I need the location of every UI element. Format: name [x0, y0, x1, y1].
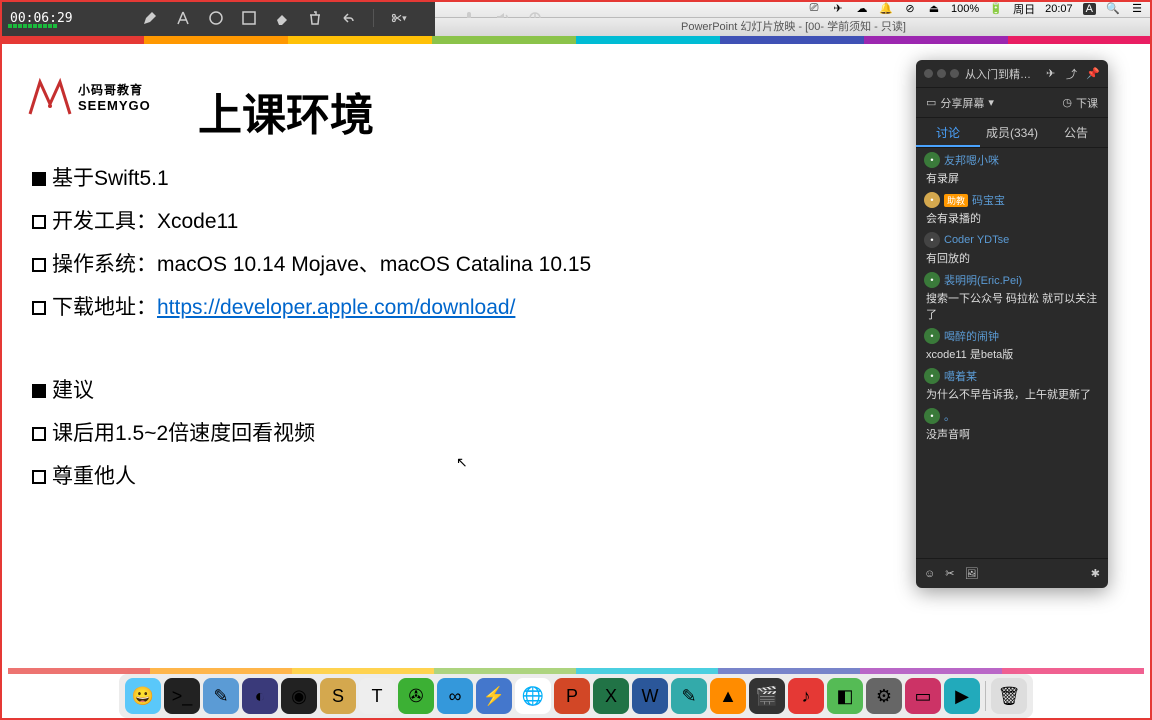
chat-tab[interactable]: 讨论: [916, 118, 980, 147]
chat-message: •友邦嗯小咪有录屏: [924, 152, 1100, 186]
dock-app[interactable]: ◉: [281, 678, 317, 714]
bell-icon[interactable]: 🔔: [879, 3, 893, 15]
chat-title: 从入门到精…: [965, 66, 1040, 82]
dock-app[interactable]: ✇: [398, 678, 434, 714]
chat-messages[interactable]: •友邦嗯小咪有录屏 •助教码宝宝会有录播的 •Coder YDTse有回放的 •裴明明…: [916, 148, 1108, 558]
dock-app[interactable]: ✎: [203, 678, 239, 714]
chat-message: •。没声音啊: [924, 408, 1100, 442]
square-icon[interactable]: [241, 10, 257, 26]
timer-icon: ◷: [1062, 96, 1072, 109]
dock-app[interactable]: X: [593, 678, 629, 714]
dock: 😀>_✎◐◉ST✇∞⚡🌐PXW✎▲🎬♪◧⚙▭▶🗑: [119, 674, 1033, 718]
dock-app[interactable]: ▭: [905, 678, 941, 714]
slide-bullet-row: 操作系统：macOS 10.14 Mojave、macOS Catalina 1…: [32, 245, 884, 286]
chat-message: •助教码宝宝会有录播的: [924, 192, 1100, 226]
plane-icon[interactable]: ✈: [1046, 67, 1060, 80]
trash-icon[interactable]: [307, 10, 323, 26]
download-link[interactable]: https://developer.apple.com/download/: [157, 296, 515, 319]
logo-text-cn: 小码哥教育: [78, 81, 151, 98]
image-icon[interactable]: 🖼: [964, 567, 978, 580]
dock-app[interactable]: ▲: [710, 678, 746, 714]
dock-app[interactable]: 😀: [125, 678, 161, 714]
dock-app[interactable]: ✎: [671, 678, 707, 714]
dock-app[interactable]: >_: [164, 678, 200, 714]
color-strip-top: [0, 36, 1152, 44]
logo: 小码哥教育 SEEMYGO: [26, 76, 151, 118]
share-icon[interactable]: ⤴: [1066, 66, 1080, 82]
chat-message: •噶着某为什么不早告诉我，上午就更新了: [924, 368, 1100, 402]
pin-icon[interactable]: 📌: [1086, 67, 1100, 80]
dock-app[interactable]: 🎬: [749, 678, 785, 714]
dock-app[interactable]: ◧: [827, 678, 863, 714]
dock-app[interactable]: 🌐: [515, 678, 551, 714]
window-title: PowerPoint 幻灯片放映 - [00- 学前须知 - 只读]: [435, 18, 1152, 36]
text-icon[interactable]: [175, 10, 191, 26]
menubar-time[interactable]: 20:07: [1045, 3, 1073, 15]
slide-bullet-row: 基于Swift5.1: [32, 159, 884, 200]
logo-mark-icon: [26, 76, 74, 118]
end-class-button[interactable]: ◷ 下课: [1062, 95, 1098, 111]
dock-app[interactable]: ◐: [242, 678, 278, 714]
battery-pct[interactable]: 100%: [951, 3, 979, 15]
chat-header: 从入门到精… ✈ ⤴ 📌: [916, 60, 1108, 88]
recorder-toolbar: 00:06:29 ▾: [0, 0, 435, 36]
emoji-icon[interactable]: ☺: [924, 568, 935, 580]
chat-message: •喝醉的闹钟xcode11 是beta版: [924, 328, 1100, 362]
dock-app[interactable]: ♪: [788, 678, 824, 714]
dock-app[interactable]: ▶: [944, 678, 980, 714]
chat-tab[interactable]: 成员(334): [980, 118, 1044, 147]
chat-tools: ▭ 分享屏幕 ▾ ◷ 下课: [916, 88, 1108, 118]
slide-bullet-row: 建议: [32, 371, 884, 412]
input-method[interactable]: A: [1083, 3, 1096, 15]
pen-icon[interactable]: [142, 10, 158, 26]
dock-trash[interactable]: 🗑: [991, 678, 1027, 714]
dock-app[interactable]: S: [320, 678, 356, 714]
plane-icon[interactable]: ✈: [831, 3, 845, 15]
circle-icon[interactable]: [208, 10, 224, 26]
chat-panel: 从入门到精… ✈ ⤴ 📌 ▭ 分享屏幕 ▾ ◷ 下课 讨论成员(334)公告 •…: [916, 60, 1108, 588]
chat-message: •Coder YDTse有回放的: [924, 232, 1100, 266]
screenrec-icon[interactable]: ⎚: [807, 3, 821, 15]
battery-icon[interactable]: 🔋: [989, 3, 1003, 15]
slide-content: 基于Swift5.1开发工具：Xcode11操作系统：macOS 10.14 M…: [32, 159, 884, 500]
slide-bullet-row: 课后用1.5~2倍速度回看视频: [32, 414, 884, 455]
screen-icon: ▭: [926, 96, 936, 109]
slide-bullet-row: 下载地址：https://developer.apple.com/downloa…: [32, 288, 884, 329]
menubar-day[interactable]: 周日: [1013, 1, 1035, 17]
cloud-icon[interactable]: ☁: [855, 3, 869, 15]
scissors-icon[interactable]: ▾: [391, 10, 407, 26]
dock-app[interactable]: P: [554, 678, 590, 714]
cursor-icon: ↖: [456, 454, 468, 471]
dock-app[interactable]: T: [359, 678, 395, 714]
share-screen-button[interactable]: ▭ 分享屏幕 ▾: [926, 95, 994, 111]
chevron-down-icon: ▾: [988, 96, 994, 109]
menu-icon[interactable]: ☰: [1130, 3, 1144, 15]
chat-tab[interactable]: 公告: [1044, 118, 1108, 147]
wifi-icon[interactable]: ⊘: [903, 3, 917, 15]
traffic-lights[interactable]: [924, 69, 959, 78]
eraser-icon[interactable]: [274, 10, 290, 26]
chat-message: •裴明明(Eric.Pei)搜索一下公众号 码拉松 就可以关注了: [924, 272, 1100, 322]
slide-bullet-row: 开发工具：Xcode11: [32, 202, 884, 243]
logo-text-en: SEEMYGO: [78, 98, 151, 113]
dock-app[interactable]: W: [632, 678, 668, 714]
chat-tabs: 讨论成员(334)公告: [916, 118, 1108, 148]
chat-footer: ☺ ✂ 🖼 ✱: [916, 558, 1108, 588]
slide-title: 上课环境: [198, 79, 374, 143]
spotlight-icon[interactable]: 🔍: [1106, 3, 1120, 15]
dock-app[interactable]: ⚙: [866, 678, 902, 714]
dock-app[interactable]: ⚡: [476, 678, 512, 714]
eject-icon[interactable]: ⏏: [927, 3, 941, 15]
undo-icon[interactable]: [340, 10, 356, 26]
scissors-icon[interactable]: ✂: [945, 567, 954, 580]
gear-icon[interactable]: ✱: [1091, 567, 1100, 580]
dock-app[interactable]: ∞: [437, 678, 473, 714]
